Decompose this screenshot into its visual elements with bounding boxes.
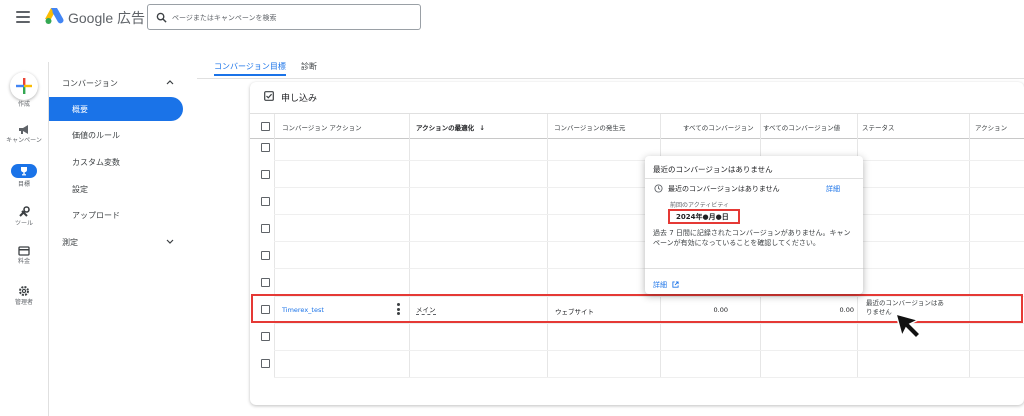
column-divider bbox=[969, 114, 970, 378]
chevron-down-icon bbox=[166, 239, 174, 244]
nav-section-measure[interactable]: 測定 bbox=[49, 232, 183, 252]
nav-item-uploads[interactable]: アップロード bbox=[49, 205, 183, 225]
row-checkbox[interactable] bbox=[261, 170, 270, 179]
checkbox-icon bbox=[264, 91, 274, 101]
search-box[interactable] bbox=[147, 4, 421, 30]
billing-icon bbox=[18, 246, 30, 256]
clock-icon bbox=[654, 184, 663, 193]
row-checkbox[interactable] bbox=[261, 197, 270, 206]
previous-activity-date: 2024年●月●日 bbox=[676, 213, 729, 221]
search-icon bbox=[156, 12, 167, 23]
popover-detail-link[interactable]: 詳細 bbox=[826, 184, 840, 194]
column-header-conversion-action[interactable]: コンバージョン アクション bbox=[282, 122, 362, 132]
rail-item-admin[interactable]: 管理者 bbox=[0, 285, 48, 306]
sort-arrow-icon: ↓ bbox=[479, 124, 485, 132]
tabs-divider bbox=[197, 78, 1024, 79]
row-checkbox[interactable] bbox=[261, 251, 270, 260]
nav-section-label: 測定 bbox=[62, 238, 78, 247]
select-all-checkbox[interactable] bbox=[261, 122, 270, 131]
trophy-icon bbox=[21, 167, 27, 176]
active-indicator bbox=[11, 164, 37, 178]
rail-item-label: 管理者 bbox=[14, 299, 33, 306]
nav-item-overview[interactable]: 概要 bbox=[49, 97, 183, 121]
row-checkbox[interactable] bbox=[261, 224, 270, 233]
megaphone-icon bbox=[19, 125, 28, 134]
previous-activity-label: 前回のアクティビティ bbox=[670, 202, 729, 209]
popover-status: 最近のコンバージョンはありません bbox=[668, 185, 780, 193]
column-header-actions[interactable]: アクション bbox=[975, 122, 1007, 132]
rail-item-label: 目標 bbox=[17, 181, 30, 188]
rail-item-billing[interactable]: 料金 bbox=[0, 246, 48, 265]
plus-icon bbox=[16, 78, 32, 94]
menu-icon[interactable] bbox=[16, 11, 30, 23]
create-button[interactable] bbox=[10, 72, 38, 100]
gear-icon bbox=[19, 286, 29, 296]
product-name: Google 広告 bbox=[68, 10, 146, 26]
row-checkbox[interactable] bbox=[261, 278, 270, 287]
rail-item-label: ツール bbox=[14, 220, 33, 227]
column-header-all-conversion-value[interactable]: すべてのコンバージョン値 bbox=[763, 122, 840, 132]
external-link-icon bbox=[672, 281, 679, 288]
column-header-label: アクションの最適化 bbox=[416, 124, 475, 132]
column-header-status[interactable]: ステータス bbox=[862, 122, 895, 132]
chevron-up-icon bbox=[166, 80, 174, 85]
nav-item-settings[interactable]: 設定 bbox=[49, 179, 183, 199]
popover-footer-divider bbox=[645, 268, 863, 269]
rail-item-campaigns[interactable]: キャンペーン bbox=[0, 124, 48, 144]
row-checkbox[interactable] bbox=[261, 143, 270, 152]
nav-item-label: 設定 bbox=[72, 185, 88, 194]
status-popover bbox=[645, 156, 863, 294]
active-tab-indicator bbox=[214, 74, 286, 76]
nav-item-value-rules[interactable]: 価値のルール bbox=[49, 125, 183, 145]
top-bar: Google 広告 bbox=[0, 0, 1024, 38]
card-header-divider bbox=[250, 113, 1024, 114]
search-input[interactable] bbox=[172, 9, 416, 26]
column-header-optimization[interactable]: アクションの最適化 ↓ bbox=[416, 122, 485, 132]
row-checkbox[interactable] bbox=[261, 359, 270, 368]
rail-item-label: キャンペーン bbox=[6, 137, 42, 144]
column-header-all-conversions[interactable]: すべてのコンバージョン bbox=[683, 122, 754, 132]
tools-icon bbox=[19, 206, 30, 217]
row-divider bbox=[274, 377, 1024, 378]
nav-section-label: コンバージョン bbox=[62, 79, 118, 88]
tab-conversion-goals[interactable]: コンバージョン目標 bbox=[214, 61, 286, 72]
apply-button[interactable]: 申し込み bbox=[281, 91, 317, 104]
nav-item-label: 概要 bbox=[72, 105, 88, 114]
popover-title: 最近のコンバージョンはありません bbox=[653, 165, 773, 174]
column-header-source[interactable]: コンバージョンの発生元 bbox=[554, 122, 625, 132]
nav-item-custom-variables[interactable]: カスタム変数 bbox=[49, 152, 183, 172]
row-checkbox[interactable] bbox=[261, 332, 270, 341]
nav-item-label: カスタム変数 bbox=[72, 158, 120, 167]
column-divider bbox=[274, 114, 275, 378]
mouse-cursor-icon bbox=[894, 312, 922, 340]
rail-item-goals[interactable]: 目標 bbox=[0, 164, 48, 188]
rail-item-tools[interactable]: ツール bbox=[0, 206, 48, 227]
table-header-divider bbox=[250, 138, 1024, 139]
rail-create-label: 作成 bbox=[17, 101, 30, 108]
nav-item-label: アップロード bbox=[72, 211, 120, 220]
tab-diagnostics[interactable]: 診断 bbox=[301, 61, 317, 72]
conversion-goals-card bbox=[250, 82, 1024, 405]
popover-divider bbox=[645, 178, 863, 179]
row-divider bbox=[274, 350, 1024, 351]
column-divider bbox=[409, 114, 410, 378]
column-divider bbox=[547, 114, 548, 378]
nav-item-label: 価値のルール bbox=[72, 131, 120, 140]
rail-item-label: 料金 bbox=[17, 258, 30, 265]
google-ads-logo-icon bbox=[45, 8, 64, 24]
nav-section-conversions[interactable]: コンバージョン bbox=[49, 73, 183, 93]
popover-body: 過去 7 日間に記録されたコンバージョンがありません。キャンペーンが有効になって… bbox=[653, 229, 851, 247]
popover-footer-link[interactable]: 詳細 bbox=[653, 280, 667, 290]
